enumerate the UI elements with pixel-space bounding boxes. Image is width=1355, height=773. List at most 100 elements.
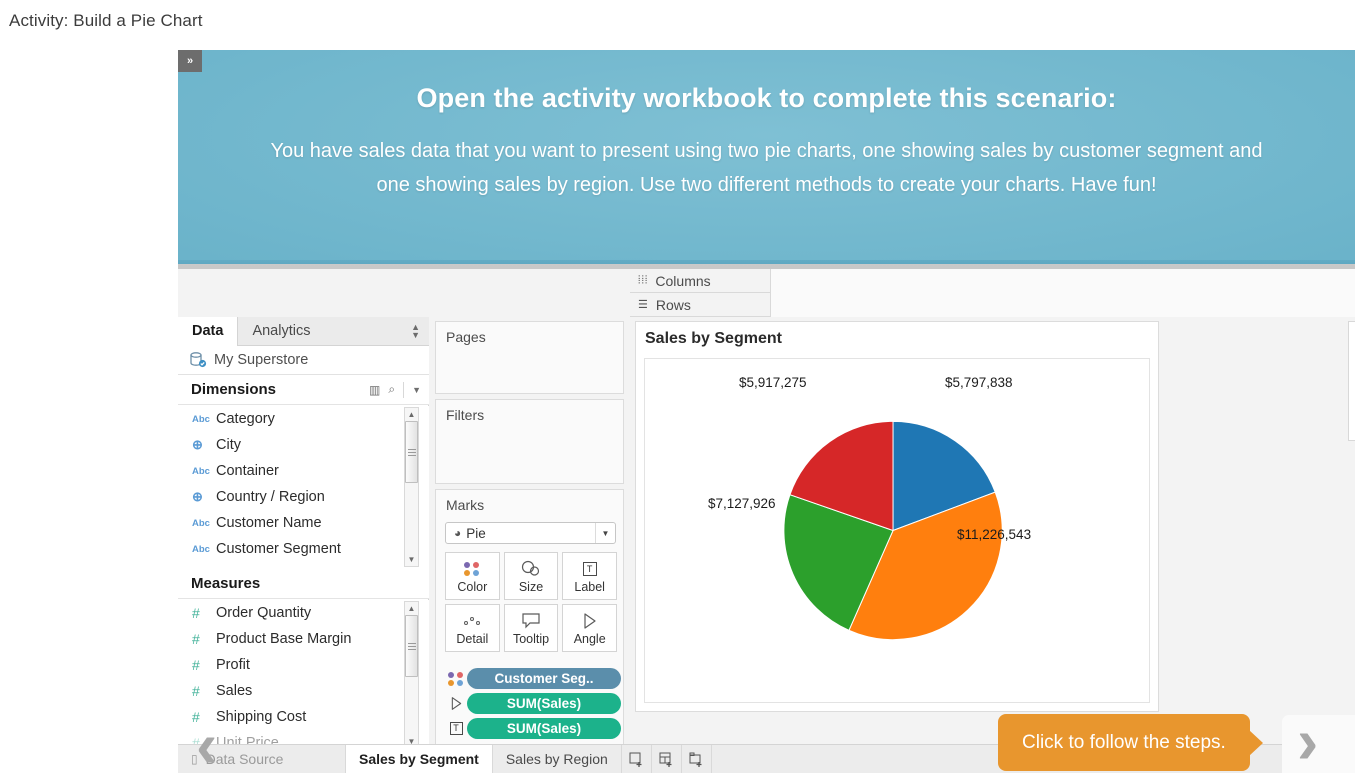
pill-row: Customer Seg.. <box>445 668 621 689</box>
marks-pills: Customer Seg.. SUM(Sales) T SUM(Sales) <box>445 668 621 743</box>
field-label: Container <box>216 463 279 479</box>
globe-icon: ⊕ <box>192 437 203 452</box>
legend-title: Customer Segment <box>1349 329 1355 352</box>
columns-drop-zone[interactable] <box>771 268 1355 293</box>
filters-label: Filters <box>446 407 485 423</box>
click-to-follow-callout[interactable]: Click to follow the steps. <box>998 714 1263 771</box>
marks-button-label: Color <box>457 580 488 594</box>
field-customer-name[interactable]: Abc Customer Name <box>178 510 429 536</box>
field-label: Customer Name <box>216 515 322 531</box>
tooltip-bubble-icon <box>521 610 541 632</box>
field-label: Product Base Margin <box>216 631 352 647</box>
toolbar-divider <box>403 381 405 398</box>
marks-card: Marks ◕ Pie ▼ Color Size T Label Detail … <box>435 489 624 759</box>
banner-body: You have sales data that you want to pre… <box>270 140 1263 196</box>
field-country-region[interactable]: ⊕ Country / Region <box>178 484 429 510</box>
page-title: Activity: Build a Pie Chart <box>9 11 203 30</box>
legend-item-corporate[interactable]: Corporate <box>1349 372 1355 392</box>
label-text-icon: T <box>582 558 597 580</box>
field-label: Order Quantity <box>216 605 312 621</box>
pie-chart-svg[interactable] <box>645 359 1149 702</box>
scroll-up-icon[interactable]: ▲ <box>408 408 416 421</box>
field-city[interactable]: ⊕ City <box>178 432 429 458</box>
marks-button-label: Angle <box>573 632 606 646</box>
rows-shelf[interactable]: ☰ Rows <box>630 292 1355 317</box>
tab-analytics[interactable]: Analytics <box>238 317 324 345</box>
scrollbar-thumb[interactable] <box>405 615 418 677</box>
pill-sum-sales-angle[interactable]: SUM(Sales) <box>467 693 621 714</box>
measures-title: Measures <box>191 575 261 592</box>
scenario-banner: » Open the activity workbook to complete… <box>178 50 1355 264</box>
shelves-area: ⦙⦙⦙ Columns ☰ Rows <box>630 268 1355 317</box>
field-label: Profit <box>216 657 250 673</box>
color-legend: Customer Segment Consumer Corporate Home… <box>1348 321 1355 441</box>
tab-sales-by-segment[interactable]: Sales by Segment <box>346 745 493 773</box>
filters-card[interactable]: Filters <box>435 399 624 484</box>
abc-icon: Abc <box>192 543 210 555</box>
scroll-down-icon[interactable]: ▼ <box>408 553 416 566</box>
field-order-quantity[interactable]: # Order Quantity <box>178 600 429 626</box>
marks-tooltip-button[interactable]: Tooltip <box>503 604 559 652</box>
pill-sum-sales-label[interactable]: SUM(Sales) <box>467 718 621 739</box>
pages-card[interactable]: Pages <box>435 321 624 394</box>
columns-shelf-label: ⦙⦙⦙ Columns <box>630 268 771 293</box>
marks-label: Marks <box>446 497 485 513</box>
pie-chart[interactable] <box>645 359 1149 702</box>
field-container[interactable]: Abc Container <box>178 458 429 484</box>
color-dots-icon <box>445 671 467 686</box>
field-customer-segment[interactable]: Abc Customer Segment <box>178 536 429 562</box>
pie-label-home-office: $7,127,926 <box>708 496 776 511</box>
chevron-down-icon[interactable]: ▼ <box>595 523 615 543</box>
pane-resize-icon[interactable]: ▲ ▼ <box>411 323 429 340</box>
datasource-name: My Superstore <box>214 352 309 368</box>
pill-row: SUM(Sales) <box>445 693 621 714</box>
dimensions-title: Dimensions <box>191 381 277 398</box>
dimensions-scrollbar[interactable]: ▲ ▼ <box>404 407 419 567</box>
number-icon: # <box>192 683 200 699</box>
marks-label-button[interactable]: T Label <box>562 552 618 600</box>
legend-item-small-business[interactable]: Small Business <box>1349 412 1355 432</box>
new-worksheet-icon[interactable] <box>622 745 652 773</box>
field-sales[interactable]: # Sales <box>178 678 429 704</box>
field-label: Shipping Cost <box>216 709 307 725</box>
new-story-icon[interactable] <box>682 745 712 773</box>
mark-type-select[interactable]: ◕ Pie ▼ <box>445 522 616 544</box>
rows-drop-zone[interactable] <box>771 292 1355 317</box>
mark-type-value: Pie <box>466 525 486 541</box>
banner-collapse-button[interactable]: » <box>178 50 202 72</box>
tab-sales-by-region[interactable]: Sales by Region <box>493 745 622 773</box>
group-by-folder-icon[interactable]: ▥ <box>369 383 380 397</box>
prev-step-button[interactable]: ‹ <box>196 713 217 773</box>
legend-item-home-office[interactable]: Home Office <box>1349 392 1355 412</box>
field-customer-id[interactable]: # Customer_ID <box>178 562 429 569</box>
columns-shelf[interactable]: ⦙⦙⦙ Columns <box>630 268 1355 293</box>
marks-angle-button[interactable]: Angle <box>562 604 618 652</box>
worksheet: Sales by Segment $5,917,275 $5,797,838 $… <box>635 321 1159 712</box>
field-profit[interactable]: # Profit <box>178 652 429 678</box>
next-step-button[interactable]: › <box>1297 709 1318 773</box>
view-area: Sales by Segment $5,917,275 $5,797,838 $… <box>630 317 1355 764</box>
legend-item-consumer[interactable]: Consumer <box>1349 352 1355 372</box>
marks-size-button[interactable]: Size <box>503 552 559 600</box>
field-label: Category <box>216 411 275 427</box>
tab-data[interactable]: Data <box>178 317 239 346</box>
search-icon[interactable]: ⌕ <box>388 382 395 397</box>
banner-title: Open the activity workbook to complete t… <box>416 83 1117 113</box>
field-label: Sales <box>216 683 253 699</box>
marks-detail-button[interactable]: Detail <box>445 604 500 652</box>
field-category[interactable]: Abc Category <box>178 406 429 432</box>
datasource-row[interactable]: My Superstore <box>178 346 429 375</box>
scroll-up-icon[interactable]: ▲ <box>408 602 416 615</box>
chevron-down-icon[interactable]: ▼ <box>412 385 421 395</box>
cards-column: Pages Filters Marks ◕ Pie ▼ Color Size T… <box>430 317 629 764</box>
pill-customer-segment[interactable]: Customer Seg.. <box>467 668 621 689</box>
label-text-icon: T <box>445 722 467 735</box>
angle-icon <box>445 696 467 711</box>
field-label: City <box>216 437 241 453</box>
field-product-base-margin[interactable]: # Product Base Margin <box>178 626 429 652</box>
measures-scrollbar[interactable]: ▲ ▼ <box>404 601 419 749</box>
scrollbar-thumb[interactable] <box>405 421 418 483</box>
new-dashboard-icon[interactable] <box>652 745 682 773</box>
marks-color-button[interactable]: Color <box>445 552 500 600</box>
chart-canvas[interactable]: $5,917,275 $5,797,838 $7,127,926 $11,226… <box>644 358 1150 703</box>
